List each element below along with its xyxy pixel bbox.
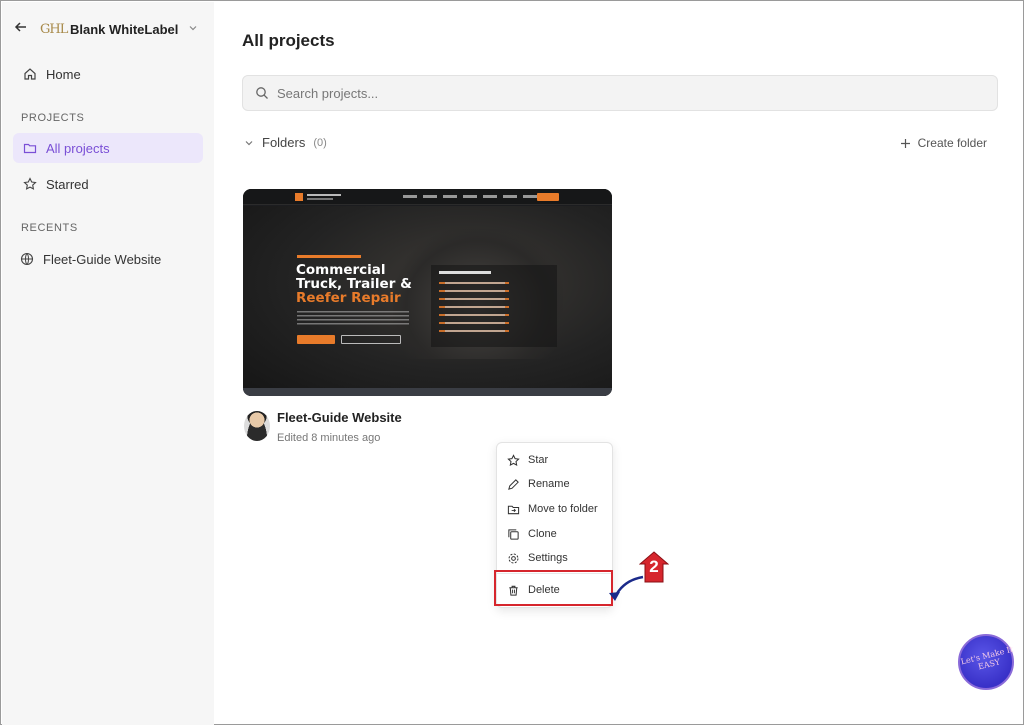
search-bar[interactable] [242, 75, 998, 111]
thumbnail-panel-text [445, 282, 505, 338]
folders-count: (0) [313, 136, 327, 149]
headline-line-3: Reefer Repair [296, 290, 401, 306]
thumbnail-panel-title [439, 271, 491, 274]
workspace-switcher[interactable]: GHL Blank WhiteLabel [14, 14, 198, 44]
delete-highlight-box [494, 570, 613, 606]
thumbnail-footer [243, 388, 612, 396]
step-number: 2 [649, 557, 659, 576]
thumbnail-nav-links [403, 195, 553, 198]
app-window: GHL Blank WhiteLabel Home PROJECTS All p… [0, 0, 1024, 725]
sidebar-item-label: Fleet-Guide Website [43, 251, 162, 267]
workspace-name: Blank WhiteLabel [70, 21, 179, 37]
thumbnail-primary-button [297, 335, 335, 344]
menu-item-settings[interactable]: Settings [507, 548, 568, 568]
menu-item-label: Star [528, 454, 549, 466]
thumbnail-nav-subtext [307, 198, 333, 200]
project-thumbnail[interactable]: Commercial Truck, Trailer & Reefer Repai… [243, 189, 612, 396]
menu-item-label: Clone [528, 528, 557, 540]
star-icon [23, 177, 37, 190]
watermark-badge: Let's Make It EASY [958, 634, 1014, 690]
plus-icon [900, 138, 910, 148]
page-title: All projects [242, 31, 335, 50]
star-icon [507, 453, 520, 466]
menu-item-move-to-folder[interactable]: Move to folder [507, 499, 598, 519]
pencil-icon [508, 478, 519, 490]
headline-line-2: Truck, Trailer & [296, 276, 412, 292]
folder-move-icon [507, 505, 520, 514]
search-input[interactable] [277, 85, 957, 101]
gear-icon [508, 553, 519, 563]
avatar [244, 411, 270, 441]
section-label-projects: PROJECTS [21, 112, 85, 124]
create-folder-button[interactable]: Create folder [900, 136, 987, 150]
menu-item-star[interactable]: Star [507, 450, 548, 470]
step-badge: 2 [638, 551, 670, 583]
home-icon [24, 68, 36, 80]
menu-item-clone[interactable]: Clone [507, 524, 557, 544]
menu-item-label: Move to folder [528, 503, 598, 515]
sidebar-item-label: All projects [46, 140, 110, 156]
thumbnail-nav [243, 189, 612, 205]
sidebar-item-all-projects[interactable]: All projects [13, 133, 203, 163]
workspace-logo: GHL [40, 21, 68, 37]
thumbnail-panel [431, 265, 557, 347]
sidebar-item-recent-project[interactable]: Fleet-Guide Website [10, 244, 200, 274]
thumbnail-nav-text [307, 194, 341, 196]
back-arrow-icon[interactable] [14, 20, 32, 39]
globe-icon [20, 252, 34, 266]
project-edited-time: Edited 8 minutes ago [277, 432, 381, 444]
sidebar: GHL Blank WhiteLabel Home PROJECTS All p… [2, 2, 214, 725]
watermark-text: Let's Make It EASY [959, 644, 1014, 672]
chevron-down-icon [188, 23, 198, 36]
headline-line-1: Commercial [296, 262, 386, 278]
thumbnail-secondary-button [341, 335, 401, 344]
thumbnail-paragraph [297, 311, 409, 325]
sidebar-item-starred[interactable]: Starred [13, 169, 203, 199]
folder-icon [23, 143, 37, 154]
menu-item-label: Settings [528, 552, 568, 564]
copy-icon [508, 528, 519, 540]
thumbnail-headline: Commercial Truck, Trailer & Reefer Repai… [296, 263, 412, 305]
search-icon [256, 87, 268, 99]
thumbnail-tagline [297, 255, 361, 258]
folders-label: Folders [262, 135, 306, 150]
create-folder-label: Create folder [917, 136, 987, 150]
sidebar-item-home[interactable]: Home [13, 59, 203, 89]
thumbnail-nav-cta [537, 193, 559, 201]
folders-toggle[interactable]: Folders (0) [244, 135, 327, 150]
chevron-down-icon [245, 140, 253, 145]
sidebar-item-label: Starred [46, 176, 89, 192]
sidebar-item-label: Home [46, 66, 81, 82]
section-label-recents: RECENTS [21, 222, 78, 234]
thumbnail-brand-icon [295, 193, 303, 201]
menu-item-label: Rename [528, 478, 570, 490]
menu-item-rename[interactable]: Rename [507, 474, 570, 494]
project-name[interactable]: Fleet-Guide Website [277, 410, 402, 425]
